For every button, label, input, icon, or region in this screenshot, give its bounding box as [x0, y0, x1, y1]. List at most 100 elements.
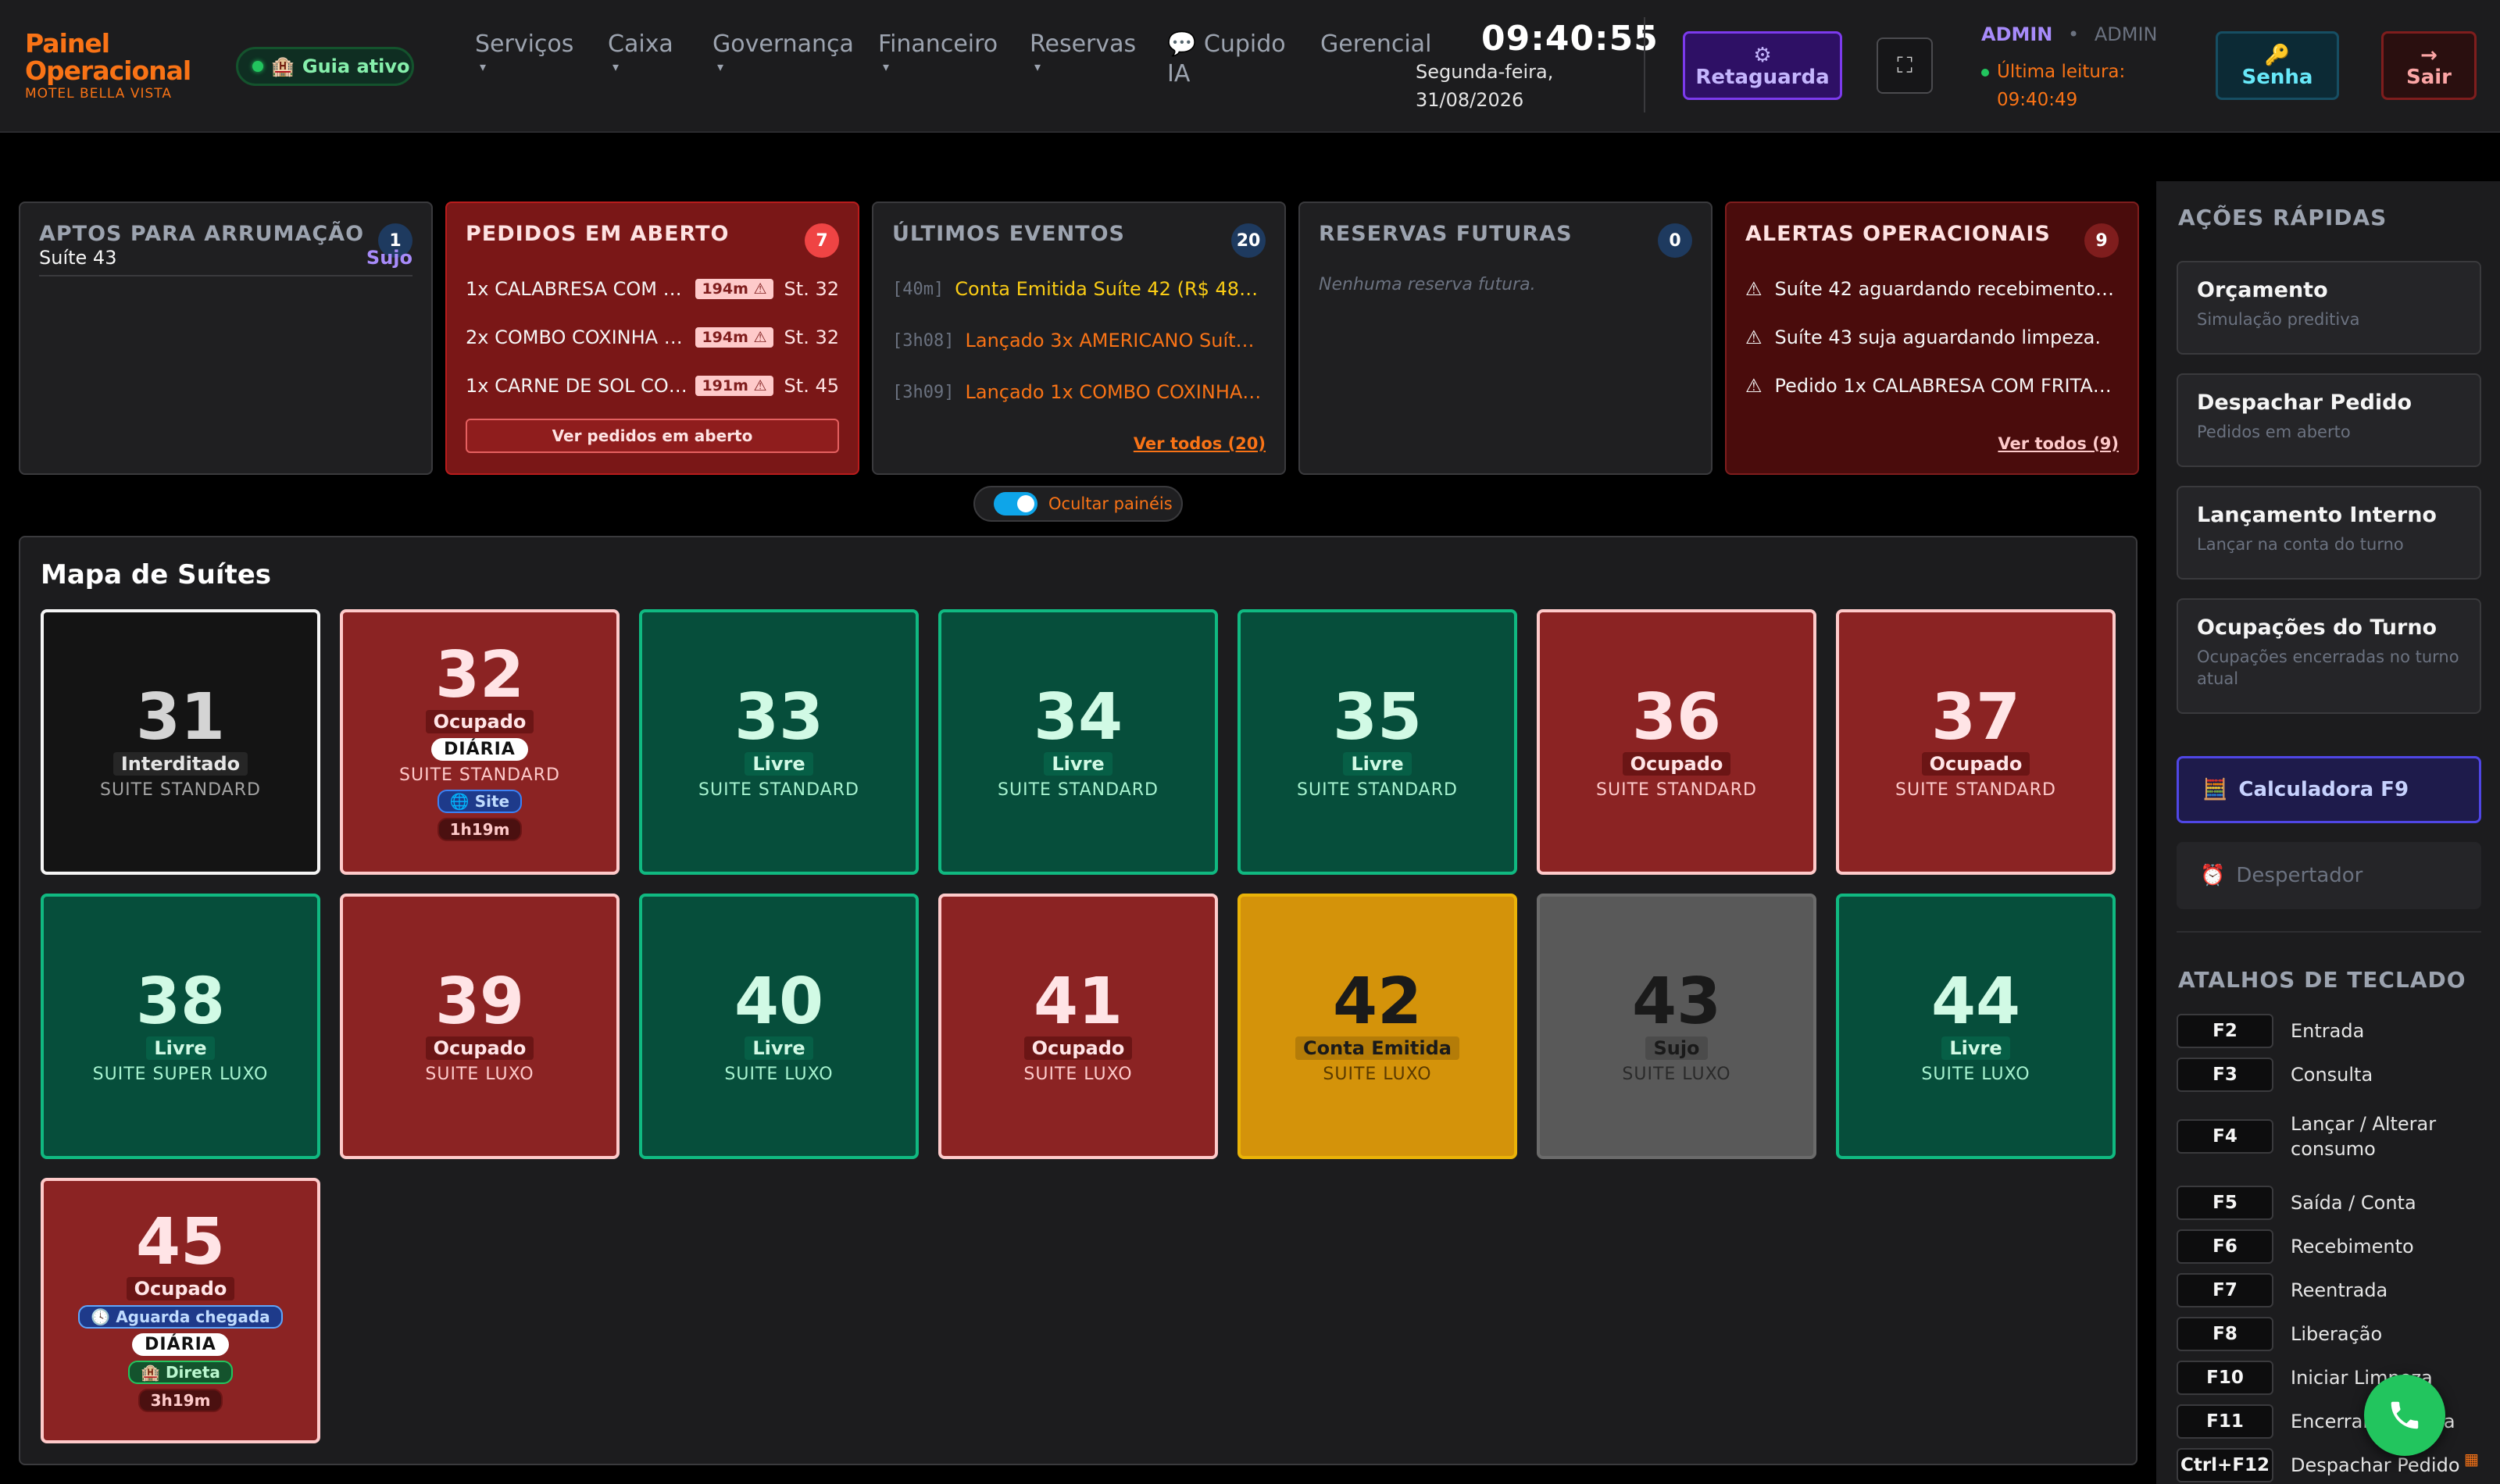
suite-status: Livre [1044, 751, 1112, 776]
despertador-label: Despertador [2236, 864, 2363, 887]
senha-button[interactable]: 🔑 Senha [2216, 31, 2339, 100]
list-item: [3h08] Lançado 3x AMERICANO Suíte 32 [892, 326, 1266, 355]
origin-site-badge: 🌐 Site [437, 790, 523, 813]
nav-label: Gerencial [1320, 30, 1432, 58]
action-title: Lançamento Interno [2197, 503, 2437, 527]
suite-tile-32[interactable]: 32 Ocupado DIÁRIA SUITE STANDARD 🌐 Site … [340, 609, 620, 875]
list-item[interactable]: 1x CALABRESA COM FRITAS 194m ⚠ St. 32 [466, 275, 839, 303]
toggle-switch[interactable] [994, 492, 1038, 515]
panel-ultimos-eventos: ÚLTIMOS EVENTOS 20 [40m] Conta Emitida S… [872, 202, 1286, 475]
list-item[interactable]: 1x CARNE DE SOL COM MANDIOCA 191m ⚠ St. … [466, 372, 839, 400]
ver-todos-alertas-link[interactable]: Ver todos (9) [1998, 434, 2119, 453]
brand-title-1: Painel [25, 28, 110, 59]
suite-tile-38[interactable]: 38 Livre SUITE SUPER LUXO [41, 894, 320, 1159]
guia-ativo-badge[interactable]: 🏨 Guia ativo [236, 47, 414, 86]
logout-icon: → [2420, 44, 2438, 67]
right-sidebar: AÇÕES RÁPIDAS Orçamento Simulação predit… [2156, 181, 2500, 1484]
suite-tile-39[interactable]: 39 Ocupado SUITE LUXO [340, 894, 620, 1159]
shortcut-key: F7 [2177, 1273, 2273, 1307]
shortcut-row: F6 Recebimento [2177, 1229, 2497, 1264]
calculadora-button[interactable]: 🧮 Calculadora F9 [2177, 756, 2481, 823]
toggle-label: Ocultar painéis [1048, 494, 1173, 513]
suite-status: Livre [745, 751, 813, 776]
shortcut-key: F10 [2177, 1361, 2273, 1395]
suite-tile-44[interactable]: 44 Livre SUITE LUXO [1836, 894, 2116, 1159]
suite-tile-43[interactable]: 43 Sujo SUITE LUXO [1537, 894, 1816, 1159]
leitura-label: Última leitura: [1997, 62, 2126, 82]
suite-status: Ocupado [1622, 751, 1731, 776]
suite-number: 41 [1033, 964, 1123, 1039]
shortcut-row: F7 Reentrada [2177, 1273, 2497, 1307]
ocupacoes-turno-button[interactable]: Ocupações do Turno Ocupações encerradas … [2177, 598, 2481, 714]
hotel-icon: 🏨 [271, 55, 295, 77]
list-item[interactable]: Suíte 43 Sujo [39, 244, 412, 272]
gear-icon: ⚙ [1753, 44, 1772, 67]
status-dot-icon [252, 61, 263, 72]
brand-subtitle: MOTEL BELLA VISTA [25, 86, 172, 102]
elapsed-badge: 194m ⚠ [695, 279, 773, 299]
orcamento-button[interactable]: Orçamento Simulação preditiva [2177, 261, 2481, 355]
order-suite: St. 32 [784, 326, 839, 348]
sair-button[interactable]: → Sair [2381, 31, 2477, 100]
nav-reservas[interactable]: Reservas ▾ [1030, 30, 1136, 75]
calculator-mini-icon[interactable]: ▦ [2464, 1450, 2479, 1468]
suite-tile-45[interactable]: 45 Ocupado 🕓 Aguarda chegada DIÁRIA 🏨 Di… [41, 1178, 320, 1443]
lancamento-interno-button[interactable]: Lançamento Interno Lançar na conta do tu… [2177, 486, 2481, 580]
guia-label: Guia ativo [302, 55, 410, 77]
whatsapp-button[interactable] [2364, 1375, 2445, 1456]
chevron-down-icon: ▾ [480, 59, 487, 74]
suite-type: SUITE STANDARD [399, 765, 560, 785]
ver-todos-eventos-link[interactable]: Ver todos (20) [1134, 434, 1266, 453]
shortcut-key: F2 [2177, 1014, 2273, 1048]
diaria-badge: DIÁRIA [431, 738, 528, 761]
suite-tile-31[interactable]: 31 Interditado SUITE STANDARD [41, 609, 320, 875]
retaguarda-button[interactable]: ⚙ Retaguarda [1683, 31, 1842, 100]
diaria-badge: DIÁRIA [132, 1332, 229, 1356]
action-title: Ocupações do Turno [2197, 615, 2438, 640]
suite-tile-42[interactable]: 42 Conta Emitida SUITE LUXO [1238, 894, 1517, 1159]
nav-cupido-ia[interactable]: 💬 Cupido IA [1167, 30, 1286, 89]
list-item[interactable]: ⚠ Pedido 1x CALABRESA COM FRITAS atrasad… [1745, 372, 2119, 400]
despachar-pedido-button[interactable]: Despachar Pedido Pedidos em aberto [2177, 373, 2481, 467]
event-text: Conta Emitida Suíte 42 (R$ 480.00) [955, 278, 1266, 300]
suite-type: SUITE LUXO [724, 1064, 834, 1084]
nav-servicos[interactable]: Serviços ▾ [475, 30, 573, 75]
list-item[interactable]: 2x COMBO COXINHA FRANGO 194m ⚠ St. 32 [466, 323, 839, 351]
suite-status: Livre [1941, 1036, 2010, 1060]
suite-number: 31 [135, 680, 226, 754]
alert-text: Suíte 42 aguardando recebimento (Conta E… [1774, 278, 2119, 300]
shortcut-row: F8 Liberação [2177, 1317, 2497, 1351]
suite-tile-40[interactable]: 40 Livre SUITE LUXO [639, 894, 919, 1159]
nav-caixa[interactable]: Caixa ▾ [608, 30, 673, 75]
suite-tile-35[interactable]: 35 Livre SUITE STANDARD [1238, 609, 1517, 875]
suite-number: 39 [434, 964, 525, 1039]
suite-tile-36[interactable]: 36 Ocupado SUITE STANDARD [1537, 609, 1816, 875]
list-item[interactable]: ⚠ Suíte 42 aguardando recebimento (Conta… [1745, 275, 2119, 303]
chat-icon: 💬 [1167, 30, 1204, 58]
alert-text: Pedido 1x CALABRESA COM FRITAS atrasado [1774, 375, 2119, 397]
ocultar-paineis-toggle[interactable]: Ocultar painéis [973, 486, 1183, 522]
suite-label: Suíte 43 [39, 247, 117, 269]
suite-tile-37[interactable]: 37 Ocupado SUITE STANDARD [1836, 609, 2116, 875]
despertador-button[interactable]: ⏰ Despertador [2177, 842, 2481, 909]
nav-governanca[interactable]: Governança ▾ [712, 30, 854, 75]
suite-status: Ocupado [1921, 751, 2030, 776]
suite-status: Ocupado [126, 1276, 235, 1300]
nav-financeiro[interactable]: Financeiro ▾ [878, 30, 998, 75]
suite-tile-33[interactable]: 33 Livre SUITE STANDARD [639, 609, 919, 875]
nav-gerencial[interactable]: Gerencial [1320, 30, 1431, 59]
suite-tile-41[interactable]: 41 Ocupado SUITE LUXO [938, 894, 1218, 1159]
action-title: Despachar Pedido [2197, 391, 2412, 415]
shortcut-row: F2 Entrada [2177, 1014, 2497, 1048]
suite-tile-34[interactable]: 34 Livre SUITE STANDARD [938, 609, 1218, 875]
suite-number: 42 [1332, 964, 1423, 1039]
suite-number: 36 [1631, 680, 1722, 754]
ver-pedidos-button[interactable]: Ver pedidos em aberto [466, 419, 839, 453]
order-text: 2x COMBO COXINHA FRANGO [466, 326, 688, 348]
fullscreen-button[interactable]: ⛶ [1877, 37, 1933, 94]
clock: 09:40:55 [1481, 19, 1659, 59]
suite-status: Livre [1343, 751, 1412, 776]
suite-type: SUITE LUXO [425, 1064, 534, 1084]
list-item[interactable]: ⚠ Suíte 43 suja aguardando limpeza. [1745, 323, 2119, 351]
header-divider [1644, 17, 1645, 112]
